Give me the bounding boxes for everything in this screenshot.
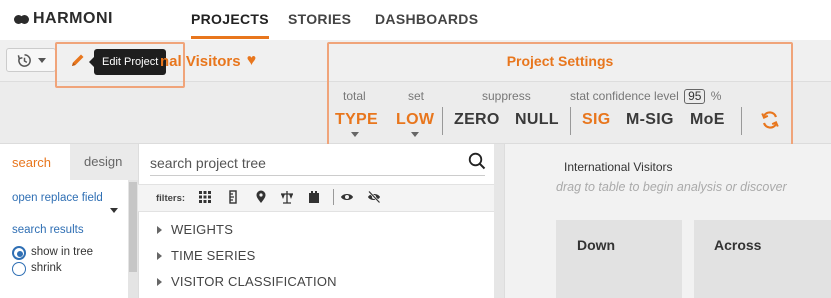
tab-dashboards[interactable]: DASHBOARDS xyxy=(375,11,478,27)
drag-hint: drag to table to begin analysis or disco… xyxy=(556,180,787,194)
history-icon xyxy=(17,53,31,67)
highlight-edit-project xyxy=(55,42,185,88)
logo-icon xyxy=(14,12,30,26)
open-replace-field-link[interactable]: open replace field xyxy=(12,192,103,204)
search-results-link[interactable]: search results xyxy=(12,224,84,236)
down-drop-zone[interactable] xyxy=(556,220,682,298)
app-logo[interactable]: HARMONI xyxy=(14,10,113,28)
heart-icon[interactable]: ♥ xyxy=(247,52,257,70)
grid-icon[interactable] xyxy=(198,190,212,204)
radio-show-in-tree[interactable] xyxy=(12,246,26,260)
radio-shrink[interactable] xyxy=(12,262,26,276)
tab-projects[interactable]: PROJECTS xyxy=(191,11,269,39)
highlight-project-settings xyxy=(327,42,793,150)
radio-shrink-label: shrink xyxy=(31,262,62,274)
search-project-tree-input[interactable] xyxy=(150,150,485,176)
map-pin-icon[interactable] xyxy=(254,190,268,204)
tab-design[interactable]: design xyxy=(70,144,138,180)
divider xyxy=(333,189,334,205)
tree-item-weights[interactable]: WEIGHTS xyxy=(157,222,233,237)
filters-label: filters: xyxy=(156,193,186,204)
expand-triangle-icon[interactable] xyxy=(157,251,162,260)
tree-item-label: TIME SERIES xyxy=(171,248,256,263)
brand-name: HARMONI xyxy=(33,10,113,27)
tab-stories[interactable]: STORIES xyxy=(288,11,351,27)
calendar-icon[interactable] xyxy=(307,190,321,204)
chevron-down-icon[interactable] xyxy=(110,208,118,213)
across-label: Across xyxy=(714,237,762,253)
down-label: Down xyxy=(577,237,616,253)
expand-triangle-icon[interactable] xyxy=(157,277,162,286)
scale-icon[interactable] xyxy=(280,190,294,204)
tab-search[interactable]: search xyxy=(12,155,51,170)
tree-scrollbar[interactable] xyxy=(494,144,504,298)
dataset-name: International Visitors xyxy=(564,160,673,174)
expand-triangle-icon[interactable] xyxy=(157,225,162,234)
ruler-icon[interactable] xyxy=(226,190,240,204)
history-dropdown[interactable] xyxy=(6,48,56,72)
tree-item-time-series[interactable]: TIME SERIES xyxy=(157,248,256,263)
tree-item-visitor-classification[interactable]: VISITOR CLASSIFICATION xyxy=(157,274,337,289)
radio-show-label: show in tree xyxy=(31,246,94,258)
eye-off-icon[interactable] xyxy=(367,190,381,204)
chevron-down-icon xyxy=(37,57,46,63)
across-drop-zone[interactable] xyxy=(694,220,831,298)
tree-item-label: VISITOR CLASSIFICATION xyxy=(171,274,337,289)
search-icon[interactable] xyxy=(468,152,486,170)
left-scroll-thumb[interactable] xyxy=(129,182,137,272)
eye-icon[interactable] xyxy=(340,190,354,204)
tree-item-label: WEIGHTS xyxy=(171,222,234,237)
